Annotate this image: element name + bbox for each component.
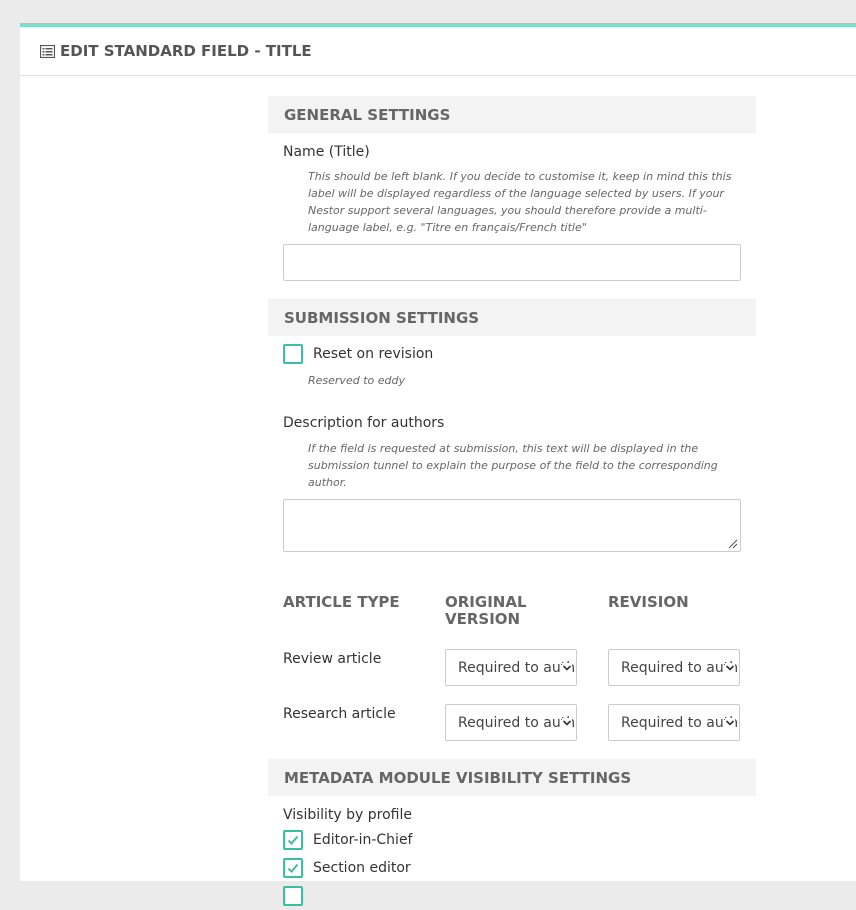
revision-header: REVISION — [608, 594, 741, 628]
partial-checkbox[interactable] — [283, 886, 303, 906]
metadata-settings-heading: METADATA MODULE VISIBILITY SETTINGS — [268, 759, 756, 796]
description-textarea[interactable] — [283, 499, 741, 552]
profile-list: Editor-in-Chief Section editor — [283, 826, 741, 910]
reset-on-revision-row[interactable]: Reset on revision — [283, 340, 741, 368]
revision-select[interactable]: Required to author — [608, 704, 740, 741]
select-value: Required to author — [621, 714, 740, 731]
name-label: Name (Title) — [283, 144, 370, 160]
profile-item-partial[interactable] — [283, 882, 741, 910]
article-type-cell: Research article — [283, 706, 396, 722]
chevron-down-icon — [725, 663, 735, 673]
reset-on-revision-checkbox[interactable] — [283, 344, 303, 364]
original-version-select[interactable]: Required to author — [445, 649, 577, 686]
submission-settings-heading: SUBMISSION SETTINGS — [268, 299, 756, 336]
select-value: Required to author — [621, 659, 740, 676]
original-version-select[interactable]: Required to author — [445, 704, 577, 741]
edit-field-panel: EDIT STANDARD FIELD - TITLE GENERAL SETT… — [20, 23, 856, 906]
revision-header-label: REVISION — [608, 593, 689, 611]
visibility-label: Visibility by profile — [283, 807, 412, 823]
article-table-body: Review article Required to author Requir… — [283, 640, 741, 750]
select-value: Required to author — [458, 714, 577, 731]
name-input[interactable] — [283, 244, 741, 281]
table-row: Research article Required to author Requ… — [283, 695, 741, 750]
select-value: Required to author — [458, 659, 577, 676]
panel-header: EDIT STANDARD FIELD - TITLE — [20, 27, 856, 76]
description-help-text: If the field is requested at submission,… — [308, 442, 718, 489]
reset-on-revision-label: Reset on revision — [313, 346, 434, 362]
revision-select[interactable]: Required to author — [608, 649, 740, 686]
list-icon — [40, 44, 55, 58]
submission-settings-title: SUBMISSION SETTINGS — [284, 308, 480, 327]
general-settings-title: GENERAL SETTINGS — [284, 105, 451, 124]
table-row: Review article Required to author Requir… — [283, 640, 741, 695]
profile-item-section-editor[interactable]: Section editor — [283, 854, 741, 882]
article-type-cell: Review article — [283, 651, 382, 667]
general-settings-heading: GENERAL SETTINGS — [268, 96, 756, 133]
resize-handle-icon[interactable] — [726, 537, 738, 549]
form-content: GENERAL SETTINGS Name (Title) This shoul… — [268, 96, 756, 910]
original-version-header: ORIGINAL VERSION — [445, 594, 565, 628]
chevron-down-icon — [562, 718, 572, 728]
name-help-text: This should be left blank. If you decide… — [308, 170, 732, 234]
editor-in-chief-checkbox[interactable] — [283, 830, 303, 850]
description-label: Description for authors — [283, 415, 445, 431]
page-title: EDIT STANDARD FIELD - TITLE — [60, 42, 312, 60]
check-icon — [287, 863, 299, 873]
article-table-header: ARTICLE TYPE ORIGINAL VERSION REVISION — [283, 594, 741, 628]
metadata-settings-title: METADATA MODULE VISIBILITY SETTINGS — [284, 768, 632, 787]
chevron-down-icon — [562, 663, 572, 673]
check-icon — [287, 835, 299, 845]
article-type-header-label: ARTICLE TYPE — [283, 593, 400, 611]
article-type-header: ARTICLE TYPE — [283, 594, 445, 628]
profile-item-editor-in-chief[interactable]: Editor-in-Chief — [283, 826, 741, 854]
original-version-header-label: ORIGINAL VERSION — [445, 593, 527, 628]
reset-help-text: Reserved to eddy — [308, 374, 405, 387]
profile-label: Editor-in-Chief — [313, 832, 413, 848]
section-editor-checkbox[interactable] — [283, 858, 303, 878]
profile-label: Section editor — [313, 860, 411, 876]
chevron-down-icon — [725, 718, 735, 728]
